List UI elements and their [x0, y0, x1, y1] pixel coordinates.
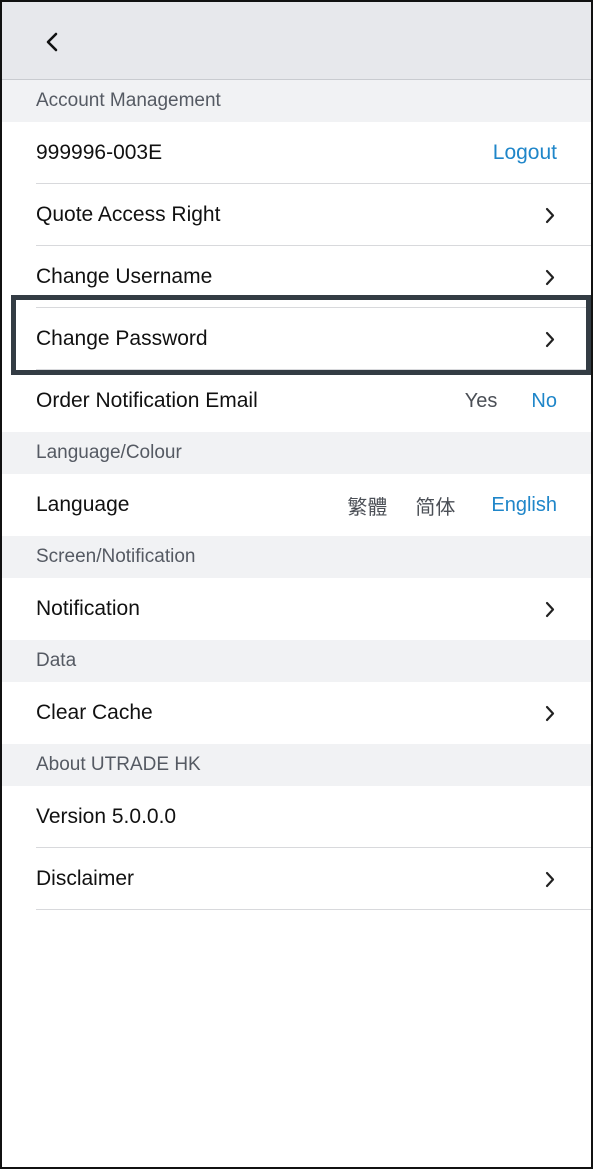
- language-option-simplified-chinese[interactable]: 简体: [415, 491, 455, 520]
- chevron-right-icon: [545, 269, 555, 286]
- settings-list: Account Management 999996-003E Logout Qu…: [2, 80, 591, 910]
- quote-access-right-label: Quote Access Right: [36, 203, 221, 226]
- disclaimer-label: Disclaimer: [36, 867, 135, 890]
- disclaimer-row[interactable]: Disclaimer: [2, 848, 591, 910]
- logout-button[interactable]: Logout: [493, 141, 557, 165]
- section-header-data: Data: [2, 640, 591, 682]
- navigation-bar: [2, 2, 591, 80]
- order-notification-email-row: Order Notification Email Yes No: [2, 370, 591, 432]
- chevron-right-icon: [545, 331, 555, 348]
- section-header-account: Account Management: [2, 80, 591, 122]
- clear-cache-row[interactable]: Clear Cache: [2, 682, 591, 744]
- change-password-row[interactable]: Change Password: [2, 308, 591, 370]
- order-email-yes-option[interactable]: Yes: [465, 390, 498, 413]
- chevron-right-icon: [545, 871, 555, 888]
- section-header-screen-notification: Screen/Notification: [2, 536, 591, 578]
- notification-label: Notification: [36, 597, 140, 620]
- order-notification-email-label: Order Notification Email: [36, 389, 258, 412]
- notification-row[interactable]: Notification: [2, 578, 591, 640]
- language-option-english[interactable]: English: [491, 494, 557, 517]
- clear-cache-label: Clear Cache: [36, 701, 153, 724]
- back-button[interactable]: [32, 22, 72, 62]
- language-label: Language: [36, 493, 130, 516]
- section-header-about: About UTRADE HK: [2, 744, 591, 786]
- chevron-right-icon: [545, 601, 555, 618]
- section-header-language-colour: Language/Colour: [2, 432, 591, 474]
- chevron-right-icon: [545, 207, 555, 224]
- version-label: Version 5.0.0.0: [36, 805, 177, 828]
- order-email-no-option[interactable]: No: [531, 390, 557, 413]
- account-id: 999996-003E: [36, 141, 163, 164]
- account-id-row: 999996-003E Logout: [2, 122, 591, 184]
- quote-access-right-row[interactable]: Quote Access Right: [2, 184, 591, 246]
- change-password-label: Change Password: [36, 327, 208, 350]
- chevron-left-icon: [46, 32, 58, 52]
- change-username-row[interactable]: Change Username: [2, 246, 591, 308]
- change-username-label: Change Username: [36, 265, 213, 288]
- settings-screen: Account Management 999996-003E Logout Qu…: [0, 0, 593, 1169]
- language-row: Language 繁體 简体 English: [2, 474, 591, 536]
- version-row: Version 5.0.0.0: [2, 786, 591, 848]
- language-option-traditional-chinese[interactable]: 繁體: [347, 491, 387, 520]
- chevron-right-icon: [545, 705, 555, 722]
